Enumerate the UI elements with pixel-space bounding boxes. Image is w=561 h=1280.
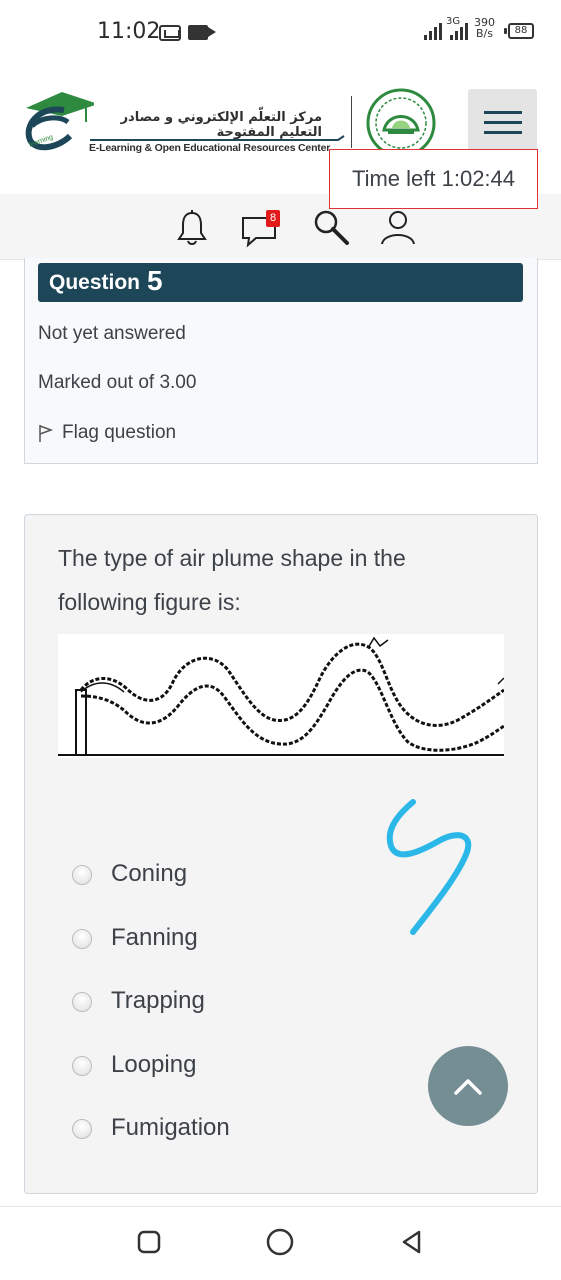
net-speed-unit: B/s xyxy=(476,27,493,40)
bell-icon[interactable] xyxy=(175,208,209,246)
question-marks: Marked out of 3.00 xyxy=(38,372,197,393)
handwritten-annotation xyxy=(386,799,472,935)
logo-divider xyxy=(351,96,352,148)
question-status: Not yet answered xyxy=(38,323,186,344)
signal-icon xyxy=(424,20,442,40)
home-icon[interactable] xyxy=(265,1227,295,1257)
option-label: Looping xyxy=(111,1051,197,1078)
flag-question-link[interactable]: Flag question xyxy=(38,422,176,444)
recents-icon[interactable] xyxy=(135,1228,163,1256)
option-coning[interactable]: Coning xyxy=(72,858,187,892)
university-seal-icon xyxy=(366,88,436,158)
radio-button[interactable] xyxy=(72,929,92,949)
question-number: 5 xyxy=(147,264,163,296)
plume-figure xyxy=(58,634,504,758)
time-left: Time left 1:02:44 xyxy=(329,149,538,209)
user-icon[interactable] xyxy=(378,206,418,246)
option-label: Fumigation xyxy=(111,1114,230,1141)
signal-icon-2 xyxy=(450,20,468,40)
option-label: Trapping xyxy=(111,987,205,1014)
radio-button[interactable] xyxy=(72,1119,92,1139)
logo-english-text: E-Learning & Open Educational Resources … xyxy=(89,142,331,154)
menu-bar xyxy=(483,110,522,114)
option-looping[interactable]: Looping xyxy=(72,1049,196,1083)
radio-button[interactable] xyxy=(72,865,92,885)
menu-bar xyxy=(483,120,522,124)
question-header: Question 5 xyxy=(38,263,523,302)
scroll-to-top-button[interactable] xyxy=(428,1046,508,1126)
screen-record-icon xyxy=(159,25,181,41)
elearning-logo-icon[interactable]: learning xyxy=(18,86,94,152)
messages-badge: 8 xyxy=(266,210,280,227)
video-camera-icon xyxy=(188,25,216,40)
option-label: Fanning xyxy=(111,924,198,951)
battery-icon: 88 xyxy=(504,23,534,39)
flag-question-label: Flag question xyxy=(62,422,177,443)
question-label: Question xyxy=(49,270,141,294)
status-time: 11:02 xyxy=(97,19,161,44)
chevron-up-icon xyxy=(454,1079,482,1095)
radio-button[interactable] xyxy=(72,992,92,1012)
flag-icon xyxy=(39,425,54,442)
option-trapping[interactable]: Trapping xyxy=(72,985,205,1019)
menu-bar xyxy=(483,130,522,134)
search-icon[interactable] xyxy=(311,207,351,247)
status-bar: 11:02 3G 390 B/s 88 xyxy=(0,0,561,64)
net-speed: 390 B/s xyxy=(474,17,495,39)
menu-button[interactable] xyxy=(468,89,537,155)
radio-button[interactable] xyxy=(72,1056,92,1076)
back-icon[interactable] xyxy=(398,1228,426,1256)
option-label: Coning xyxy=(111,860,188,887)
option-fumigation[interactable]: Fumigation xyxy=(72,1112,230,1146)
question-text: The type of air plume shape in the follo… xyxy=(58,545,406,615)
option-fanning[interactable]: Fanning xyxy=(72,922,198,956)
